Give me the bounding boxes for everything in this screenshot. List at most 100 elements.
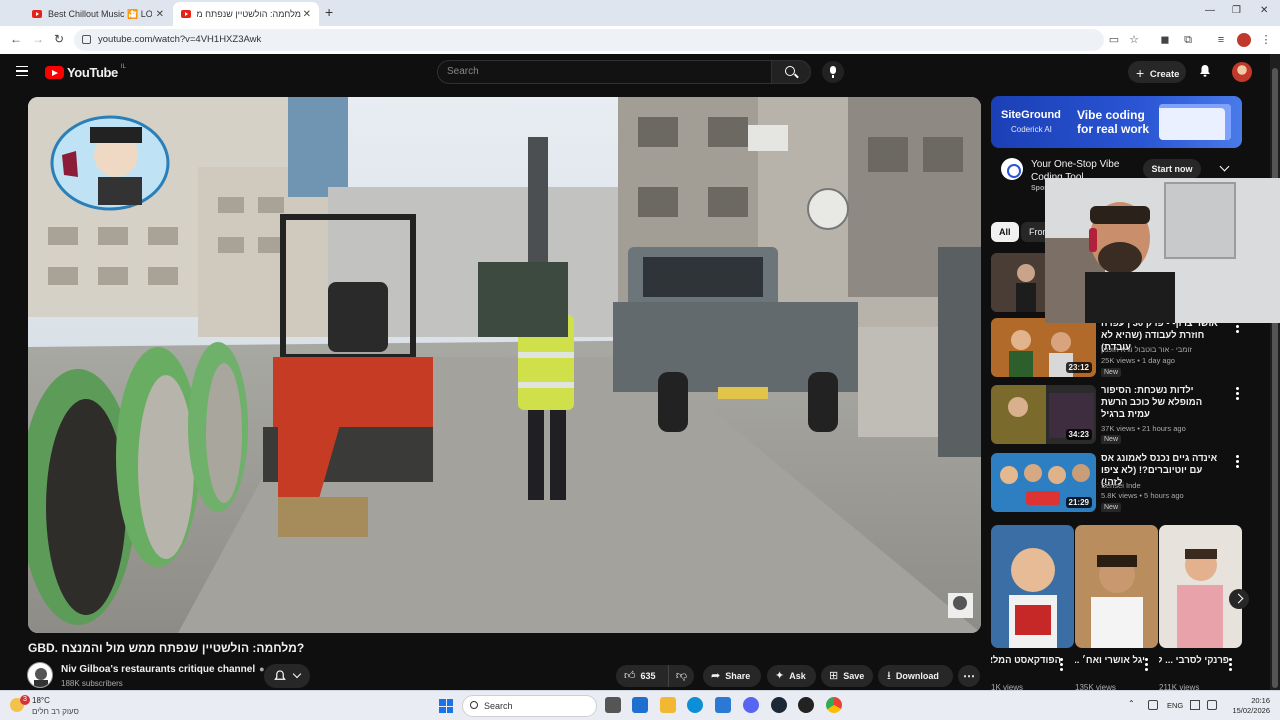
file-explorer-icon[interactable] <box>660 697 676 713</box>
short-thumbnail[interactable] <box>1075 525 1158 648</box>
save-label: Save <box>843 671 865 681</box>
page-scrollbar[interactable] <box>1270 54 1280 690</box>
scrollbar-thumb[interactable] <box>1272 68 1278 688</box>
input-language[interactable]: ENG <box>1167 701 1183 710</box>
subscription-notifications-button[interactable] <box>264 664 310 688</box>
ad-tagline: Vibe coding for real work <box>1077 108 1150 136</box>
extension-icon[interactable]: ◼ <box>1158 33 1172 47</box>
thumbs-down-icon: 👎︎ <box>675 670 688 682</box>
shorts-next-button[interactable] <box>1229 589 1249 609</box>
sponsored-ad-banner[interactable]: SiteGround Coderick AI Vibe coding for r… <box>991 96 1242 148</box>
more-options-icon[interactable] <box>1229 658 1232 671</box>
store-icon[interactable] <box>715 697 731 713</box>
reading-list-icon[interactable]: ≡ <box>1214 33 1228 47</box>
taskbar-search[interactable]: Search <box>462 695 597 717</box>
short-title: הפודקאסט המלא בתיאור <box>991 655 1061 666</box>
tab-current-video[interactable]: מלחמה: הולשטיין שנפתח מ ✕ <box>173 2 319 26</box>
tab-best-chillout-music[interactable]: Best Chillout Music 🎦 LOUNGE ✕ <box>24 2 172 26</box>
new-badge: New <box>1101 503 1122 512</box>
chip-all[interactable]: All <box>991 222 1019 242</box>
microphone-icon <box>830 66 836 78</box>
voice-search-button[interactable] <box>822 61 844 83</box>
widgets-icon[interactable] <box>632 697 648 713</box>
video-thumbnail[interactable]: 23:12 <box>991 318 1096 377</box>
short-thumbnail[interactable] <box>1159 525 1242 648</box>
video-meta: 37K views • 21 hours ago <box>1101 424 1186 433</box>
system-clock[interactable]: 20:16 15/02/2026 <box>1226 696 1270 716</box>
forward-icon[interactable]: → <box>32 32 44 46</box>
tab-title: Best Chillout Music 🎦 LOUNGE <box>48 8 152 19</box>
cast-icon[interactable]: ▭ <box>1107 33 1121 47</box>
recommendation-item[interactable]: 23:12 אושר צרוף - פרק 30 | עפרה חוזרת לע… <box>991 318 1243 378</box>
discord-icon[interactable] <box>743 697 759 713</box>
edge-browser-icon[interactable] <box>687 697 703 713</box>
channel-name: Sensei Inde <box>1101 481 1141 490</box>
new-tab-button[interactable]: + <box>325 4 333 20</box>
steam-icon[interactable] <box>771 697 787 713</box>
video-thumbnail[interactable]: 21:29 <box>991 453 1096 512</box>
volume-icon[interactable] <box>1207 700 1217 710</box>
close-window-icon[interactable]: ✕ <box>1260 5 1268 16</box>
create-button[interactable]: + Create <box>1128 61 1186 83</box>
notification-badge: 3 <box>20 695 30 705</box>
account-avatar[interactable] <box>1232 62 1252 82</box>
chevron-down-icon[interactable] <box>1219 161 1230 172</box>
windows-start-icon[interactable] <box>439 699 453 713</box>
dislike-button[interactable]: 👎︎ <box>668 665 694 687</box>
back-icon[interactable]: ← <box>10 32 22 46</box>
notifications-bell-icon[interactable] <box>1199 64 1211 77</box>
ask-button[interactable]: ✦ Ask <box>767 665 816 687</box>
recommendation-item[interactable]: 34:23 ילדות נשכחת: הסיפור המופלא של כוכב… <box>991 385 1243 445</box>
channel-name[interactable]: Niv Gilboa's restaurants critique channe… <box>61 664 265 675</box>
restore-window-icon[interactable]: ❐ <box>1232 5 1241 16</box>
save-button[interactable]: ⊞ Save <box>821 665 873 687</box>
profile-avatar-icon[interactable] <box>1237 33 1251 47</box>
webcam-image <box>1045 178 1280 323</box>
search-input[interactable]: Search <box>437 60 772 84</box>
ask-label: Ask <box>789 671 806 681</box>
youtube-wordmark: YouTube <box>67 65 118 80</box>
site-info-icon[interactable] <box>82 35 91 44</box>
more-options-icon[interactable] <box>1236 455 1239 468</box>
search-placeholder: Search <box>447 66 479 77</box>
ad-brand-sub: Coderick AI <box>1011 125 1052 134</box>
network-icon[interactable] <box>1190 700 1200 710</box>
task-view-icon[interactable] <box>605 697 621 713</box>
bookmark-star-icon[interactable]: ☆ <box>1127 33 1141 47</box>
more-options-icon[interactable] <box>1060 658 1063 671</box>
recommendation-item[interactable]: 21:29 אינדה גיים נכנס לאמונג אס עם יוטיו… <box>991 453 1243 513</box>
app-icon[interactable] <box>798 697 814 713</box>
youtube-logo[interactable]: YouTube IL <box>45 64 126 80</box>
url-field[interactable]: youtube.com/watch?v=4VH1HXZ3Awk <box>74 29 1104 51</box>
minimize-window-icon[interactable]: — <box>1205 5 1215 16</box>
browser-menu-icon[interactable]: ⋮ <box>1259 33 1273 47</box>
extensions-puzzle-icon[interactable]: ⧉ <box>1181 33 1195 47</box>
tray-app-icon[interactable] <box>1148 700 1158 710</box>
sparkle-icon: ✦ <box>775 670 785 682</box>
chrome-icon[interactable] <box>826 697 842 713</box>
more-actions-button[interactable]: ⋯ <box>958 665 980 687</box>
short-thumbnail[interactable] <box>991 525 1074 648</box>
bell-icon <box>274 670 286 680</box>
close-tab-icon[interactable]: ✕ <box>303 9 311 20</box>
more-options-icon[interactable] <box>1236 387 1239 400</box>
video-thumbnail[interactable]: 34:23 <box>991 385 1096 444</box>
youtube-play-icon <box>45 66 64 79</box>
search-button[interactable] <box>771 60 811 84</box>
create-label: Create <box>1149 69 1180 80</box>
browser-address-bar: ← → ↻ youtube.com/watch?v=4VH1HXZ3Awk ▭ … <box>0 26 1280 54</box>
short-title: יגל אושרי ואח׳ ... לירן אושרי <box>1075 655 1145 666</box>
more-options-icon[interactable] <box>1145 658 1148 671</box>
channel-avatar[interactable] <box>27 662 53 688</box>
browser-tab-bar: Best Chillout Music 🎦 LOUNGE ✕ מלחמה: הו… <box>0 0 1280 26</box>
tray-chevron-up-icon[interactable]: ⌃ <box>1128 699 1138 709</box>
close-tab-icon[interactable]: ✕ <box>156 9 164 20</box>
short-image <box>991 525 1074 648</box>
like-button[interactable]: 👍︎ 635 <box>616 665 668 687</box>
video-player[interactable] <box>28 97 981 633</box>
share-button[interactable]: ➦ Share <box>703 665 761 687</box>
download-button[interactable]: ⭳ Download <box>878 665 953 687</box>
ad-cta-button[interactable]: Start now <box>1143 159 1201 179</box>
reload-icon[interactable]: ↻ <box>54 32 64 46</box>
hamburger-menu-icon[interactable] <box>16 66 28 76</box>
